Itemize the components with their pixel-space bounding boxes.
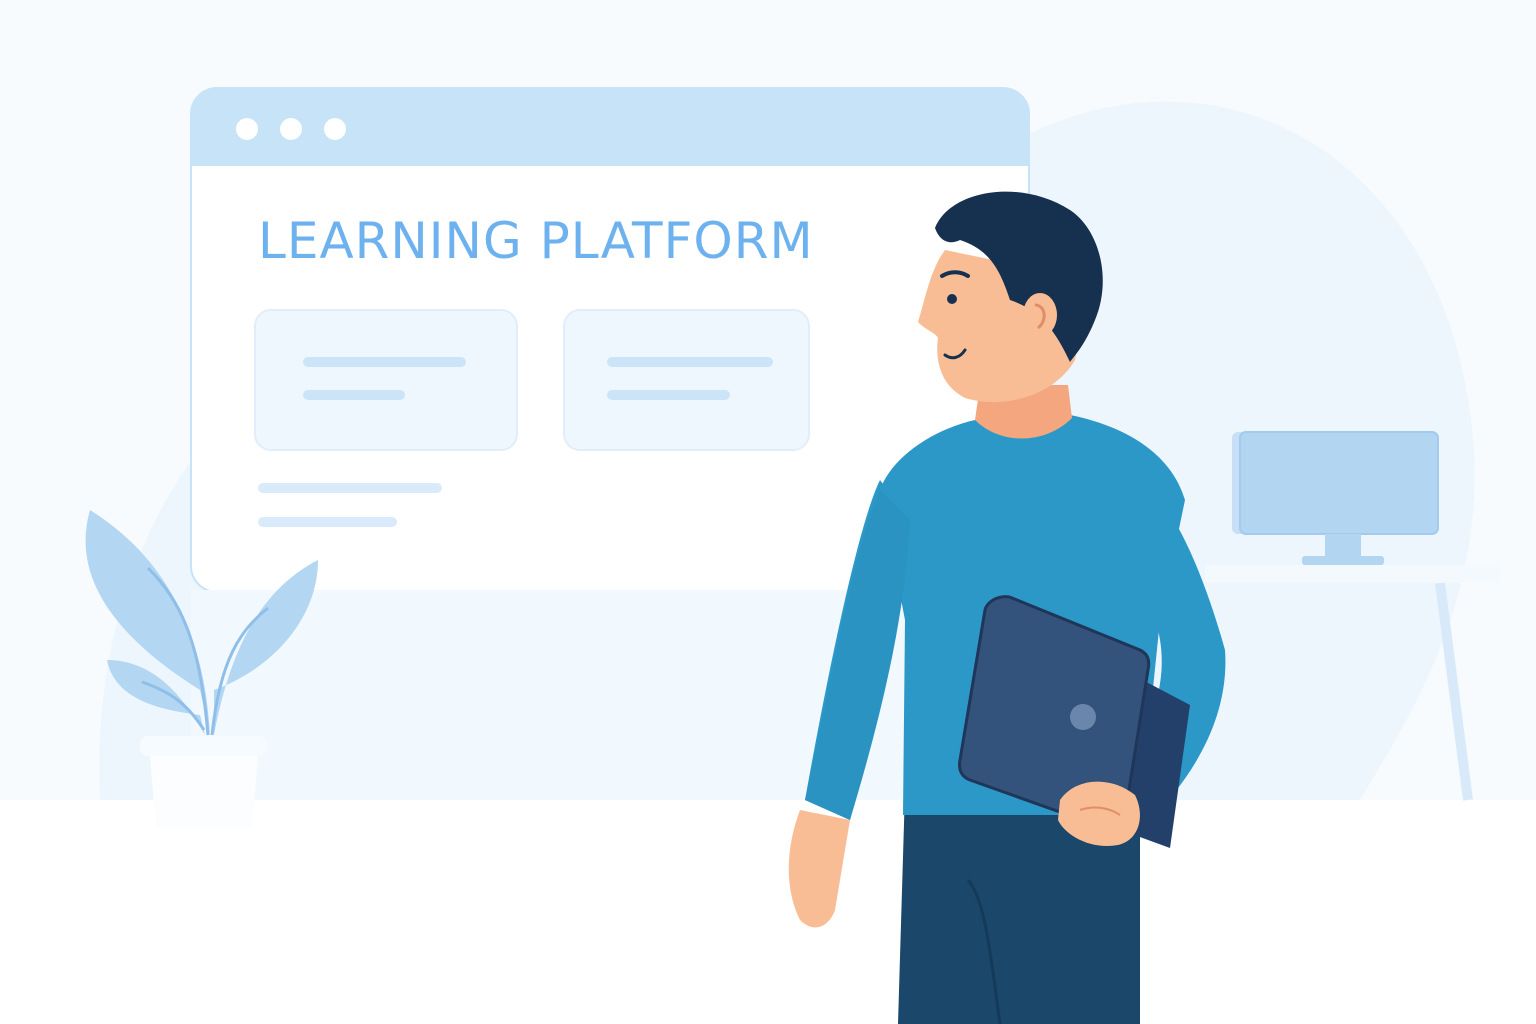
scene-svg	[0, 87, 1536, 1024]
illustration: LEARNING PLATFORM	[0, 0, 1536, 1024]
floor	[0, 800, 1536, 1024]
page-title: LEARNING PLATFORM	[258, 212, 814, 270]
window-dot-icon	[324, 118, 346, 140]
content-card	[563, 309, 810, 451]
content-card	[254, 309, 518, 451]
text-line	[258, 517, 397, 527]
window-dot-icon	[280, 118, 302, 140]
eye	[947, 294, 957, 304]
text-line	[258, 483, 442, 493]
window-dot-icon	[236, 118, 258, 140]
browser-window	[190, 87, 1030, 800]
